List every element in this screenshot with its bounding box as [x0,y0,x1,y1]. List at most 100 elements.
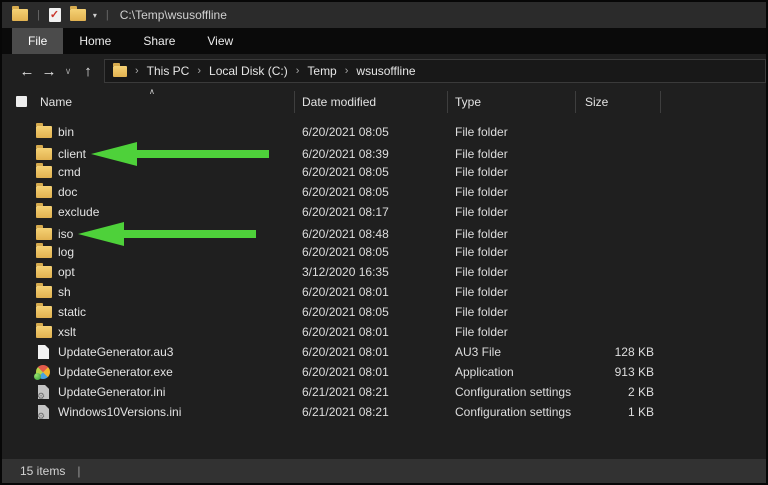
file-name: UpdateGenerator.ini [58,385,166,399]
file-date-modified: 6/20/2021 08:05 [302,185,389,199]
app-folder-icon [12,6,28,21]
file-icon [36,263,52,278]
file-row[interactable]: sh 6/20/2021 08:01 File folder [2,282,766,302]
breadcrumb-temp[interactable]: Temp [307,64,336,78]
up-button-icon[interactable]: ↑ [76,64,100,79]
file-date-modified: 6/20/2021 08:39 [302,147,389,161]
titlebar-separator: | [37,8,40,21]
file-icon [36,203,52,218]
file-row[interactable]: UpdateGenerator.exe 6/20/2021 08:01 Appl… [2,362,766,382]
file-row[interactable]: xslt 6/20/2021 08:01 File folder [2,322,766,342]
tab-home[interactable]: Home [63,28,127,54]
file-size: 1 KB [627,405,654,419]
file-date-modified: 6/20/2021 08:01 [302,285,389,299]
file-type: File folder [455,205,508,219]
file-name: doc [58,185,78,199]
column-header-date-modified[interactable]: Date modified [302,95,376,109]
breadcrumb-local-disk[interactable]: Local Disk (C:) [209,64,288,78]
file-row[interactable]: opt 3/12/2020 16:35 File folder [2,262,766,282]
back-button-icon[interactable]: ← [16,64,38,79]
select-all-checkbox[interactable] [16,96,27,107]
file-icon [36,163,52,178]
file-icon [36,283,52,298]
address-bar[interactable]: › This PC › Local Disk (C:) › Temp › wsu… [104,59,766,83]
file-date-modified: 6/20/2021 08:05 [302,165,389,179]
file-type: Configuration settings [455,405,572,419]
file-date-modified: 6/20/2021 08:01 [302,325,389,339]
navigation-bar: ← → ∨ ↑ › This PC › Local Disk (C:) › Te… [2,54,766,88]
file-icon [36,183,52,198]
file-type: Configuration settings [455,385,572,399]
breadcrumb-separator-icon: › [197,65,202,77]
file-name: exclude [58,205,100,219]
recent-locations-chevron-icon[interactable]: ∨ [60,66,76,76]
file-icon [38,345,49,359]
column-divider[interactable] [447,91,448,113]
tab-file[interactable]: File [12,28,64,54]
file-row[interactable]: exclude 6/20/2021 08:17 File folder [2,202,766,222]
column-divider[interactable] [294,91,295,113]
status-divider: | [77,464,81,478]
file-list: bin 6/20/2021 08:05 File folder client 6… [2,118,766,422]
column-header-size[interactable]: Size [585,95,608,109]
titlebar-separator: | [105,8,109,21]
file-date-modified: 6/20/2021 08:01 [302,365,389,379]
file-date-modified: 6/20/2021 08:01 [302,345,389,359]
tab-share[interactable]: Share [127,28,191,54]
file-name: sh [58,285,71,299]
file-type: File folder [455,185,508,199]
file-icon [36,123,52,138]
sort-ascending-icon: ∧ [149,87,155,96]
quick-access-newfolder-icon[interactable] [69,6,86,21]
file-icon [36,243,52,258]
breadcrumb-separator-icon: › [135,65,139,77]
column-header-name[interactable]: Name [40,95,72,109]
green-arrow [78,222,257,246]
forward-button-icon[interactable]: → [38,64,60,79]
file-row[interactable]: UpdateGenerator.ini 6/21/2021 08:21 Conf… [2,382,766,402]
quick-access-properties-icon[interactable] [48,8,61,22]
file-type: File folder [455,285,508,299]
file-icon [36,303,52,318]
breadcrumb-wsusoffline[interactable]: wsusoffline [356,64,415,78]
file-type: File folder [455,147,508,161]
file-name: iso [58,227,74,241]
file-name: client [58,147,87,161]
file-row[interactable]: iso 6/20/2021 08:48 File folder [2,222,766,246]
file-icon [36,225,52,240]
file-date-modified: 3/12/2020 16:35 [302,265,389,279]
address-folder-icon [113,62,127,77]
file-row[interactable]: client 6/20/2021 08:39 File folder [2,142,766,166]
file-type: File folder [455,227,508,241]
file-row[interactable]: bin 6/20/2021 08:05 File folder [2,122,766,142]
file-icon [38,405,49,419]
file-name: xslt [58,325,76,339]
file-date-modified: 6/20/2021 08:17 [302,205,389,219]
breadcrumb-separator-icon: › [295,65,300,77]
file-name: log [58,245,75,259]
file-row[interactable]: doc 6/20/2021 08:05 File folder [2,182,766,202]
file-date-modified: 6/21/2021 08:21 [302,405,389,419]
file-row[interactable]: UpdateGenerator.au3 6/20/2021 08:01 AU3 … [2,342,766,362]
file-type: File folder [455,265,508,279]
file-icon [36,323,52,338]
file-type: File folder [455,125,508,139]
file-explorer-window: | ▾ | C:\Temp\wsusoffline File Home Shar… [0,0,768,485]
column-divider[interactable] [660,91,661,113]
file-row[interactable]: Windows10Versions.ini 6/21/2021 08:21 Co… [2,402,766,422]
tab-view[interactable]: View [191,28,249,54]
file-date-modified: 6/20/2021 08:05 [302,125,389,139]
file-date-modified: 6/20/2021 08:05 [302,305,389,319]
green-arrow [91,142,270,166]
column-divider[interactable] [575,91,576,113]
column-header-type[interactable]: Type [455,95,481,109]
quick-access-dropdown-icon[interactable]: ▾ [93,11,97,20]
titlebar[interactable]: | ▾ | C:\Temp\wsusoffline [2,2,766,28]
file-date-modified: 6/20/2021 08:48 [302,227,389,241]
breadcrumb-this-pc[interactable]: This PC [147,64,190,78]
file-size: 2 KB [627,385,654,399]
file-type: AU3 File [455,345,502,359]
file-type: File folder [455,325,508,339]
file-row[interactable]: static 6/20/2021 08:05 File folder [2,302,766,322]
file-name: UpdateGenerator.au3 [58,345,174,359]
